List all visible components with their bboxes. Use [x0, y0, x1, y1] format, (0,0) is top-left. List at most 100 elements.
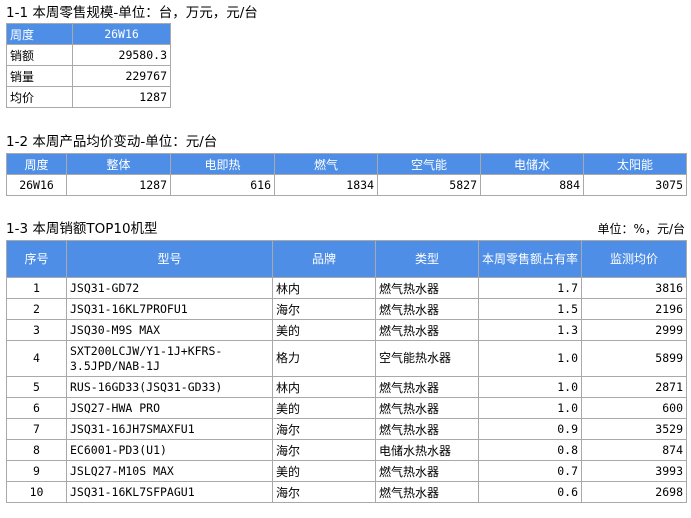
column-header: 品牌 — [272, 240, 376, 278]
price-cell: 2871 — [581, 376, 687, 398]
column-header: 整体 — [66, 153, 171, 175]
column-header: 空气能 — [377, 153, 481, 175]
sales-volume-value: 229767 — [72, 65, 171, 87]
row-label: 销量 — [6, 65, 73, 87]
price-cell: 3529 — [581, 418, 687, 440]
column-header: 周度 — [6, 153, 67, 175]
model-cell: JSLQ27-M10S MAX — [66, 460, 273, 482]
table-cell: 884 — [480, 174, 584, 196]
brand-cell: 美的 — [272, 319, 376, 341]
type-cell: 燃气热水器 — [375, 376, 479, 398]
brand-cell: 海尔 — [272, 298, 376, 320]
column-header: 型号 — [66, 240, 273, 278]
type-cell: 空气能热水器 — [375, 340, 479, 377]
model-cell: JSQ30-M9S MAX — [66, 319, 273, 341]
table-row: 8 EC6001-PD3(U1) 海尔 电储水热水器 0.8 874 — [6, 439, 687, 461]
model-cell: JSQ27-HWA PRO — [66, 397, 273, 419]
column-header: 电即热 — [170, 153, 275, 175]
column-header: 太阳能 — [583, 153, 687, 175]
table-row: 1 JSQ31-GD72 林内 燃气热水器 1.7 3816 — [6, 277, 687, 299]
section-title-avg-price-change: 1-2 本周产品均价变动-单位：元/台 — [6, 134, 218, 150]
table-row: 均价 1287 — [6, 86, 171, 108]
rank-cell: 10 — [6, 481, 67, 503]
top10-models-table: 序号 型号 品牌 类型 本周零售额占有率 监测均价 1 JSQ31-GD72 林内燃… — [6, 240, 687, 503]
price-cell: 5899 — [581, 340, 687, 377]
brand-cell: 海尔 — [272, 481, 376, 503]
share-cell: 1.3 — [478, 319, 582, 341]
sales-amount-value: 29580.3 — [72, 44, 171, 66]
row-label: 周度 — [6, 23, 73, 45]
price-cell: 600 — [581, 397, 687, 419]
share-cell: 1.5 — [478, 298, 582, 320]
model-cell: JSQ31-16KL7SFPAGU1 — [66, 481, 273, 503]
brand-cell: 林内 — [272, 277, 376, 299]
share-cell: 0.9 — [478, 418, 582, 440]
table-row: 周度 26W16 — [6, 23, 171, 45]
type-cell: 燃气热水器 — [375, 298, 479, 320]
model-cell: RUS-16GD33(JSQ31-GD33) — [66, 376, 273, 398]
column-header: 序号 — [6, 240, 67, 278]
section-title-top10-models: 1-3 本周销额TOP10机型 — [6, 221, 158, 237]
model-cell: JSQ31-16KL7PROFU1 — [66, 298, 273, 320]
model-cell: SXT200LCJW/Y1-1J+KFRS-3.5JPD/NAB-1J — [66, 340, 273, 377]
table-header-row: 序号 型号 品牌 类型 本周零售额占有率 监测均价 — [6, 240, 687, 278]
price-cell: 2698 — [581, 481, 687, 503]
share-cell: 0.7 — [478, 460, 582, 482]
table-cell: 616 — [170, 174, 275, 196]
share-cell: 1.0 — [478, 340, 582, 377]
rank-cell: 2 — [6, 298, 67, 320]
price-cell: 3816 — [581, 277, 687, 299]
type-cell: 燃气热水器 — [375, 481, 479, 503]
table-row: 9 JSLQ27-M10S MAX 美的 燃气热水器 0.7 3993 — [6, 460, 687, 482]
brand-cell: 海尔 — [272, 418, 376, 440]
row-label: 均价 — [6, 86, 73, 108]
unit-note: 单位：%，元/台 — [597, 222, 685, 236]
week-value: 26W16 — [72, 23, 171, 45]
table-row: 5 RUS-16GD33(JSQ31-GD33) 林内 燃气热水器 1.0 2871 — [6, 376, 687, 398]
column-header: 监测均价 — [581, 240, 687, 278]
brand-cell: 美的 — [272, 397, 376, 419]
model-cell: EC6001-PD3(U1) — [66, 439, 273, 461]
column-header: 类型 — [375, 240, 479, 278]
table-row: 26W16 1287 616 1834 5827 884 3075 — [6, 174, 687, 196]
rank-cell: 5 — [6, 376, 67, 398]
table-cell: 3075 — [583, 174, 687, 196]
rank-cell: 1 — [6, 277, 67, 299]
table-row: 3 JSQ30-M9S MAX 美的 燃气热水器 1.3 2999 — [6, 319, 687, 341]
rank-cell: 8 — [6, 439, 67, 461]
model-cell: JSQ31-16JH7SMAXFU1 — [66, 418, 273, 440]
table-cell: 1287 — [66, 174, 171, 196]
rank-cell: 4 — [6, 340, 67, 377]
share-cell: 1.0 — [478, 376, 582, 398]
share-cell: 0.6 — [478, 481, 582, 503]
price-cell: 3993 — [581, 460, 687, 482]
column-header: 电储水 — [480, 153, 584, 175]
table-row: 6 JSQ27-HWA PRO 美的 燃气热水器 1.0 600 — [6, 397, 687, 419]
brand-cell: 格力 — [272, 340, 376, 377]
retail-scale-table: 周度 26W16 销额 29580.3 销量 229767 均价 1287 — [6, 23, 171, 108]
rank-cell: 3 — [6, 319, 67, 341]
avg-price-table: 周度 整体 电即热 燃气 空气能 电储水 太阳能 26W16 1287 616 … — [6, 153, 687, 196]
table-row: 10 JSQ31-16KL7SFPAGU1 海尔 燃气热水器 0.6 2698 — [6, 481, 687, 503]
rank-cell: 9 — [6, 460, 67, 482]
price-cell: 874 — [581, 439, 687, 461]
share-cell: 0.8 — [478, 439, 582, 461]
share-cell: 1.7 — [478, 277, 582, 299]
type-cell: 燃气热水器 — [375, 277, 479, 299]
table-row: 销额 29580.3 — [6, 44, 171, 66]
share-cell: 1.0 — [478, 397, 582, 419]
column-header: 本周零售额占有率 — [478, 240, 582, 278]
table-cell: 5827 — [377, 174, 481, 196]
price-cell: 2999 — [581, 319, 687, 341]
brand-cell: 海尔 — [272, 439, 376, 461]
table-header-row: 周度 整体 电即热 燃气 空气能 电储水 太阳能 — [6, 153, 687, 175]
rank-cell: 7 — [6, 418, 67, 440]
table-cell: 1834 — [274, 174, 378, 196]
row-label: 销额 — [6, 44, 73, 66]
table-row: 4 SXT200LCJW/Y1-1J+KFRS-3.5JPD/NAB-1J 格力 空气… — [6, 340, 687, 377]
type-cell: 燃气热水器 — [375, 460, 479, 482]
brand-cell: 林内 — [272, 376, 376, 398]
table-row: 销量 229767 — [6, 65, 171, 87]
rank-cell: 6 — [6, 397, 67, 419]
brand-cell: 美的 — [272, 460, 376, 482]
